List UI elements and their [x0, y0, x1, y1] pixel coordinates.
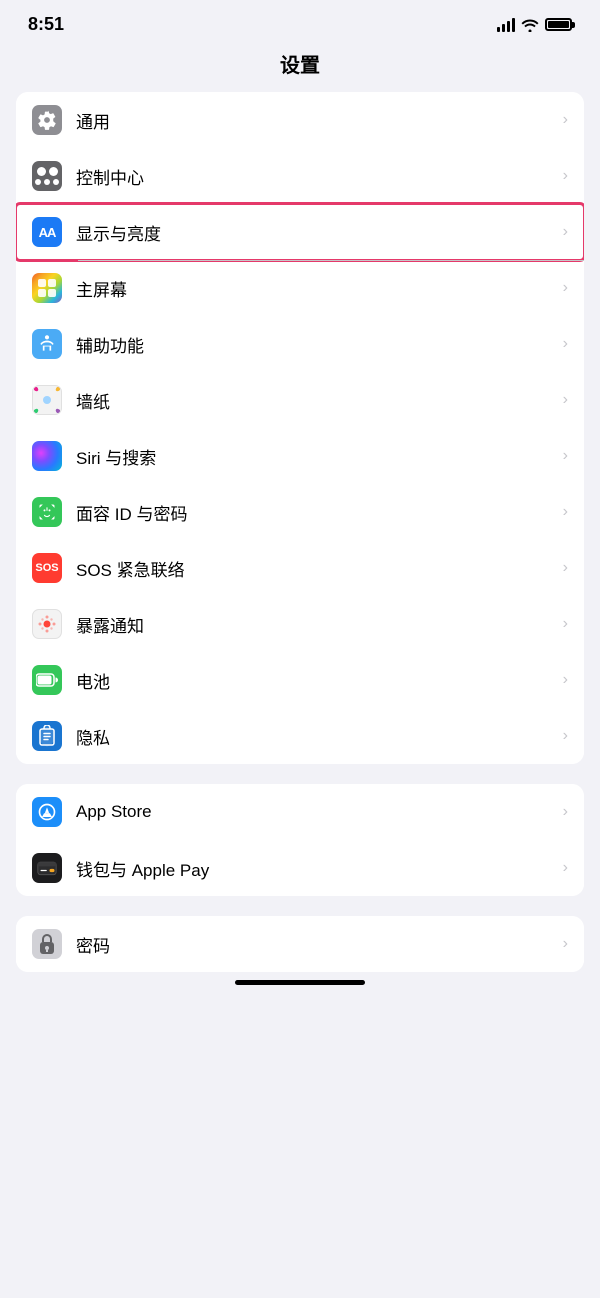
- zhuping-label: 主屏幕: [76, 276, 555, 301]
- xianshi-chevron: ›: [563, 223, 568, 241]
- dianchi-icon: [32, 665, 62, 695]
- settings-item-siri[interactable]: Siri 与搜索 ›: [16, 428, 584, 484]
- yinsi-icon: [32, 721, 62, 751]
- yinsi-chevron: ›: [563, 727, 568, 745]
- sos-icon: SOS: [32, 553, 62, 583]
- baolu-icon: [32, 609, 62, 639]
- faceid-chevron: ›: [563, 503, 568, 521]
- tongyong-chevron: ›: [563, 111, 568, 129]
- battery-icon: [545, 18, 572, 31]
- fuzhu-label: 辅助功能: [76, 332, 555, 357]
- sos-chevron: ›: [563, 559, 568, 577]
- wifi-icon: [521, 18, 539, 32]
- status-icons: [497, 18, 572, 32]
- settings-item-qiangzhi[interactable]: 墙纸 ›: [16, 372, 584, 428]
- faceid-icon: [32, 497, 62, 527]
- fuzhu-chevron: ›: [563, 335, 568, 353]
- settings-group-2: A App Store › 钱包与 Apple Pay ›: [16, 784, 584, 896]
- baolu-label: 暴露通知: [76, 612, 555, 637]
- settings-item-baolu[interactable]: 暴露通知 ›: [16, 596, 584, 652]
- settings-item-tongyong[interactable]: 通用 ›: [16, 92, 584, 148]
- zhuping-icon: [32, 273, 62, 303]
- dianchi-chevron: ›: [563, 671, 568, 689]
- qiangzhi-label: 墙纸: [76, 388, 555, 413]
- kongzhizhongxin-icon: [32, 161, 62, 191]
- settings-item-xianshi[interactable]: AA 显示与亮度 ›: [16, 204, 584, 260]
- settings-group-3: 密码 ›: [16, 916, 584, 972]
- zhuping-chevron: ›: [563, 279, 568, 297]
- wallet-icon: [32, 853, 62, 883]
- faceid-label: 面容 ID 与密码: [76, 500, 555, 525]
- wallet-chevron: ›: [563, 859, 568, 877]
- sos-label: SOS 紧急联络: [76, 556, 555, 581]
- wallet-label: 钱包与 Apple Pay: [76, 856, 555, 881]
- dianchi-label: 电池: [76, 668, 555, 693]
- kongzhizhongxin-chevron: ›: [563, 167, 568, 185]
- settings-group-1: 通用 › 控制中心 › AA 显示与亮度 ›: [16, 92, 584, 764]
- appstore-chevron: ›: [563, 803, 568, 821]
- settings-item-zhuping[interactable]: 主屏幕 ›: [16, 260, 584, 316]
- mima-chevron: ›: [563, 935, 568, 953]
- qiangzhi-icon: [32, 385, 62, 415]
- tongyong-icon: [32, 105, 62, 135]
- settings-item-mima[interactable]: 密码 ›: [16, 916, 584, 972]
- settings-item-fuzhu[interactable]: 辅助功能 ›: [16, 316, 584, 372]
- appstore-icon: A: [32, 797, 62, 827]
- home-indicator: [0, 972, 600, 993]
- siri-chevron: ›: [563, 447, 568, 465]
- xianshi-icon: AA: [32, 217, 62, 247]
- qiangzhi-chevron: ›: [563, 391, 568, 409]
- settings-item-dianchi[interactable]: 电池 ›: [16, 652, 584, 708]
- settings-item-appstore[interactable]: A App Store ›: [16, 784, 584, 840]
- tongyong-label: 通用: [76, 108, 555, 133]
- status-bar: 8:51: [0, 0, 600, 41]
- mima-icon: [32, 929, 62, 959]
- fuzhu-icon: [32, 329, 62, 359]
- svg-text:A: A: [44, 808, 50, 817]
- settings-item-yinsi[interactable]: 隐私 ›: [16, 708, 584, 764]
- settings-item-wallet[interactable]: 钱包与 Apple Pay ›: [16, 840, 584, 896]
- settings-item-sos[interactable]: SOS SOS 紧急联络 ›: [16, 540, 584, 596]
- xianshi-label: 显示与亮度: [76, 220, 555, 245]
- settings-item-faceid[interactable]: 面容 ID 与密码 ›: [16, 484, 584, 540]
- baolu-chevron: ›: [563, 615, 568, 633]
- page-title: 设置: [280, 55, 320, 77]
- page-title-bar: 设置: [0, 41, 600, 92]
- status-time: 8:51: [28, 14, 64, 35]
- appstore-label: App Store: [76, 802, 555, 822]
- settings-item-kongzhizhongxin[interactable]: 控制中心 ›: [16, 148, 584, 204]
- kongzhizhongxin-label: 控制中心: [76, 164, 555, 189]
- siri-label: Siri 与搜索: [76, 444, 555, 469]
- signal-icon: [497, 18, 515, 32]
- yinsi-label: 隐私: [76, 724, 555, 749]
- home-bar: [235, 980, 365, 985]
- mima-label: 密码: [76, 932, 555, 957]
- siri-icon: [32, 441, 62, 471]
